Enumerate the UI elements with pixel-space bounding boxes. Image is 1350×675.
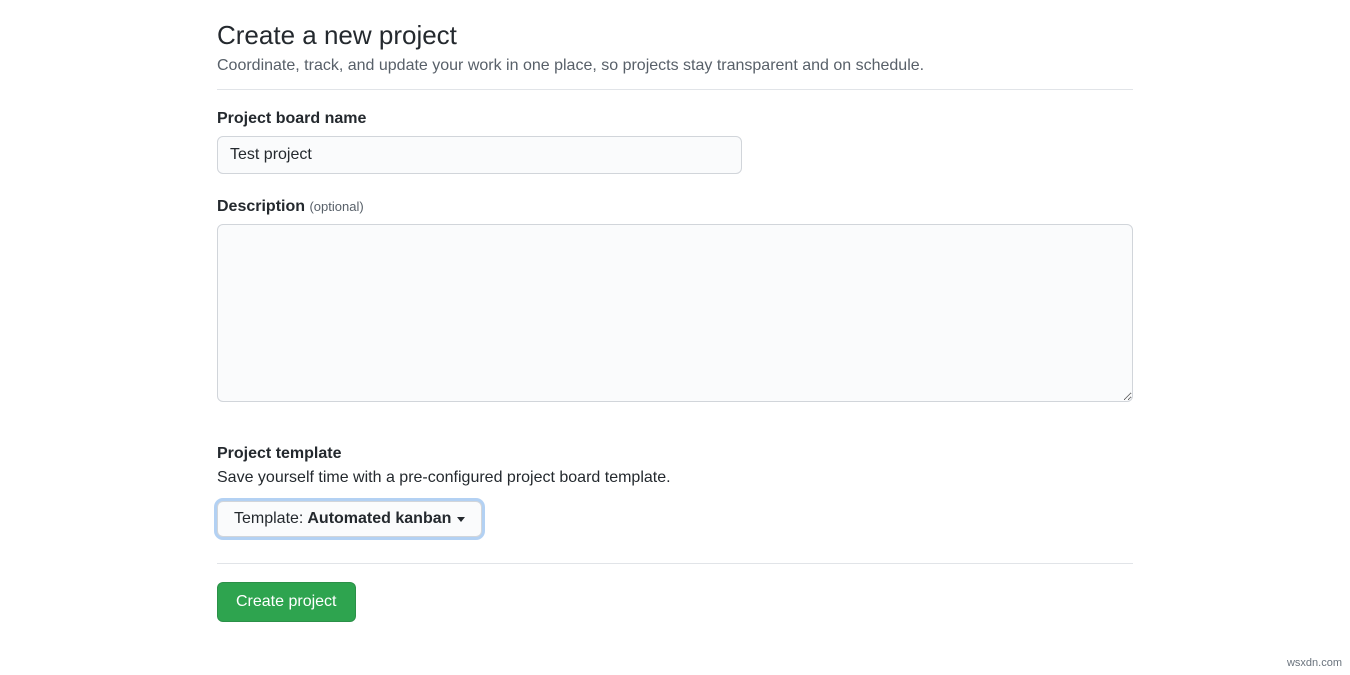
chevron-down-icon [457, 517, 465, 522]
template-section-title: Project template [217, 445, 1133, 463]
page-title: Create a new project [217, 20, 1133, 51]
actions-divider [217, 563, 1133, 564]
template-selected-value: Automated kanban [307, 510, 451, 528]
template-section: Project template Save yourself time with… [217, 445, 1133, 537]
page-subtitle: Coordinate, track, and update your work … [217, 57, 1133, 75]
project-name-input[interactable] [217, 136, 742, 174]
description-textarea[interactable] [217, 224, 1133, 402]
description-label-text: Description [217, 198, 305, 215]
project-name-group: Project board name [217, 110, 1133, 174]
create-project-form: Create a new project Coordinate, track, … [217, 0, 1133, 622]
create-project-button[interactable]: Create project [217, 582, 356, 622]
template-dropdown-button[interactable]: Template: Automated kanban [217, 501, 482, 537]
description-group: Description (optional) [217, 198, 1133, 405]
description-label: Description (optional) [217, 198, 1133, 216]
template-section-desc: Save yourself time with a pre-configured… [217, 469, 1133, 487]
template-prefix: Template: [234, 510, 303, 528]
project-name-label: Project board name [217, 110, 1133, 128]
watermark-text: wsxdn.com [1287, 657, 1342, 669]
header-divider [217, 89, 1133, 90]
description-optional-text: (optional) [309, 199, 363, 214]
